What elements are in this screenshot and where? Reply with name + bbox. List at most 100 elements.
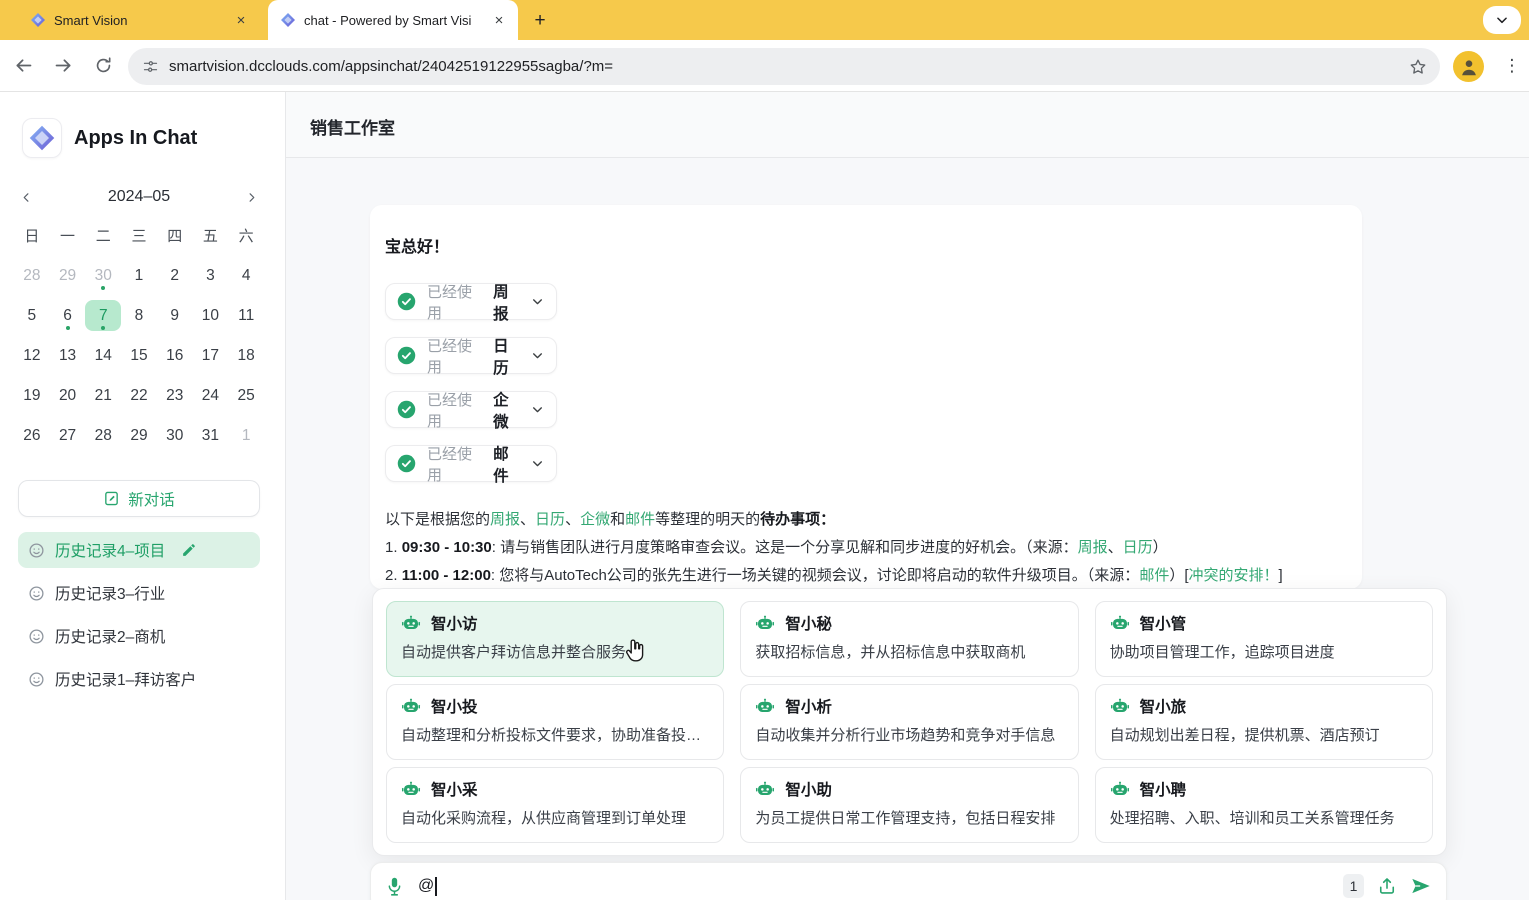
history-item-3[interactable]: 历史记录3–行业 xyxy=(18,575,260,611)
back-icon[interactable] xyxy=(6,49,40,83)
agent-description: 协助项目管理工作，追踪项目进度 xyxy=(1110,641,1416,662)
calendar-day[interactable]: 22 xyxy=(121,380,157,411)
agent-card-智小采[interactable]: 智小采自动化采购流程，从供应商管理到订单处理 xyxy=(386,767,724,843)
tool-used-pill[interactable]: 已经使用日历 xyxy=(385,337,557,374)
source-link[interactable]: 日历 xyxy=(535,511,565,528)
calendar-day[interactable]: 19 xyxy=(14,380,50,411)
calendar-day[interactable]: 25 xyxy=(228,380,264,411)
calendar-day[interactable]: 3 xyxy=(193,260,229,291)
tool-used-pill[interactable]: 已经使用邮件 xyxy=(385,445,557,482)
calendar-next-icon[interactable] xyxy=(240,185,264,209)
calendar-day[interactable]: 30 xyxy=(85,260,121,291)
calendar-day[interactable]: 12 xyxy=(14,340,50,371)
agent-card-智小旅[interactable]: 智小旅自动规划出差日程，提供机票、酒店预订 xyxy=(1095,684,1433,760)
pill-status-text: 已经使用 xyxy=(427,281,481,323)
calendar-day[interactable]: 17 xyxy=(193,340,229,371)
source-link[interactable]: 企微 xyxy=(580,511,610,528)
microphone-icon[interactable] xyxy=(385,876,404,897)
main-header: 销售工作室 xyxy=(286,92,1529,158)
calendar-day[interactable]: 27 xyxy=(50,420,86,451)
calendar-day[interactable]: 29 xyxy=(121,420,157,451)
edit-pencil-icon[interactable] xyxy=(181,542,197,558)
calendar-day[interactable]: 31 xyxy=(193,420,229,451)
history-item-label: 历史记录1–拜访客户 xyxy=(55,668,196,690)
source-link[interactable]: 周报 xyxy=(490,511,520,528)
calendar-day[interactable]: 28 xyxy=(14,260,50,291)
chevron-down-icon[interactable] xyxy=(531,403,544,416)
tab-smart-vision[interactable]: Smart Vision × xyxy=(18,0,260,40)
calendar-day[interactable]: 1 xyxy=(228,420,264,451)
calendar-day[interactable]: 26 xyxy=(14,420,50,451)
robot-icon xyxy=(755,613,775,633)
calendar-day[interactable]: 18 xyxy=(228,340,264,371)
calendar-day[interactable]: 1 xyxy=(121,260,157,291)
calendar-day[interactable]: 10 xyxy=(193,300,229,331)
agent-card-智小投[interactable]: 智小投自动整理和分析投标文件要求，协助准备投标... xyxy=(386,684,724,760)
calendar-day[interactable]: 29 xyxy=(50,260,86,291)
source-link[interactable]: 日历 xyxy=(1123,539,1153,556)
pill-status-text: 已经使用 xyxy=(427,443,481,485)
tab-search-button[interactable] xyxy=(1483,6,1521,34)
todo-text: 和 xyxy=(610,511,625,528)
calendar-day[interactable]: 6 xyxy=(50,300,86,331)
tool-used-pill[interactable]: 已经使用周报 xyxy=(385,283,557,320)
chevron-down-icon[interactable] xyxy=(531,457,544,470)
agent-card-header: 智小管 xyxy=(1110,612,1416,634)
browser-menu-icon[interactable]: ⋮ xyxy=(1498,52,1526,80)
agent-card-智小析[interactable]: 智小析自动收集并分析行业市场趋势和竞争对手信息 xyxy=(740,684,1078,760)
calendar-day[interactable]: 9 xyxy=(157,300,193,331)
chat-input-bar[interactable]: @ 1 xyxy=(370,862,1447,900)
tab-close-icon[interactable]: × xyxy=(490,11,508,29)
pill-status-text: 已经使用 xyxy=(427,389,481,431)
agent-picker-panel: 智小访自动提供客户拜访信息并整合服务智小秘获取招标信息，并从招标信息中获取商机智… xyxy=(372,588,1447,856)
site-settings-icon[interactable] xyxy=(142,58,159,75)
calendar-day[interactable]: 24 xyxy=(193,380,229,411)
calendar-day-selected[interactable]: 7 xyxy=(85,300,121,331)
url-text[interactable]: smartvision.dcclouds.com/appsinchat/2404… xyxy=(169,58,1408,75)
calendar-day[interactable]: 11 xyxy=(228,300,264,331)
tab-close-icon[interactable]: × xyxy=(232,11,250,29)
calendar-day[interactable]: 23 xyxy=(157,380,193,411)
calendar-day[interactable]: 15 xyxy=(121,340,157,371)
profile-avatar[interactable] xyxy=(1453,51,1484,82)
bookmark-star-icon[interactable] xyxy=(1408,57,1428,77)
calendar-day[interactable]: 2 xyxy=(157,260,193,291)
source-link[interactable]: 周报 xyxy=(1078,539,1108,556)
new-chat-button[interactable]: 新对话 xyxy=(18,480,260,517)
source-link[interactable]: 邮件 xyxy=(625,511,655,528)
calendar-day[interactable]: 4 xyxy=(228,260,264,291)
url-bar[interactable]: smartvision.dcclouds.com/appsinchat/2404… xyxy=(128,48,1440,85)
agent-card-智小聘[interactable]: 智小聘处理招聘、入职、培训和员工关系管理任务 xyxy=(1095,767,1433,843)
agent-card-智小助[interactable]: 智小助为员工提供日常工作管理支持，包括日程安排 xyxy=(740,767,1078,843)
chevron-down-icon[interactable] xyxy=(531,295,544,308)
tab-chat[interactable]: chat - Powered by Smart Visi × xyxy=(268,0,518,40)
calendar-day[interactable]: 16 xyxy=(157,340,193,371)
calendar-day[interactable]: 14 xyxy=(85,340,121,371)
history-item-2[interactable]: 历史记录2–商机 xyxy=(18,618,260,654)
calendar-day[interactable]: 28 xyxy=(85,420,121,451)
calendar-day[interactable]: 8 xyxy=(121,300,157,331)
history-item-1[interactable]: 历史记录1–拜访客户 xyxy=(18,661,260,697)
new-tab-button[interactable]: + xyxy=(527,8,553,34)
calendar-day[interactable]: 5 xyxy=(14,300,50,331)
calendar-day[interactable]: 30 xyxy=(157,420,193,451)
calendar-day[interactable]: 13 xyxy=(50,340,86,371)
agent-card-智小秘[interactable]: 智小秘获取招标信息，并从招标信息中获取商机 xyxy=(740,601,1078,677)
send-icon[interactable] xyxy=(1410,875,1432,897)
forward-icon[interactable] xyxy=(46,49,80,83)
upload-icon[interactable] xyxy=(1377,876,1397,896)
agent-card-智小访[interactable]: 智小访自动提供客户拜访信息并整合服务 xyxy=(386,601,724,677)
agent-card-智小管[interactable]: 智小管协助项目管理工作，追踪项目进度 xyxy=(1095,601,1433,677)
history-item-4[interactable]: 历史记录4–项目 xyxy=(18,532,260,568)
calendar-prev-icon[interactable] xyxy=(14,185,38,209)
calendar-weekday-label: 一 xyxy=(50,224,86,246)
calendar-day[interactable]: 21 xyxy=(85,380,121,411)
message-input[interactable]: @ xyxy=(418,877,437,896)
calendar-day[interactable]: 20 xyxy=(50,380,86,411)
reload-icon[interactable] xyxy=(86,49,120,83)
source-link[interactable]: 冲突的安排！ xyxy=(1189,567,1279,584)
chevron-down-icon[interactable] xyxy=(531,349,544,362)
tool-used-pill[interactable]: 已经使用企微 xyxy=(385,391,557,428)
agent-card-header: 智小访 xyxy=(401,612,707,634)
source-link[interactable]: 邮件 xyxy=(1139,567,1169,584)
